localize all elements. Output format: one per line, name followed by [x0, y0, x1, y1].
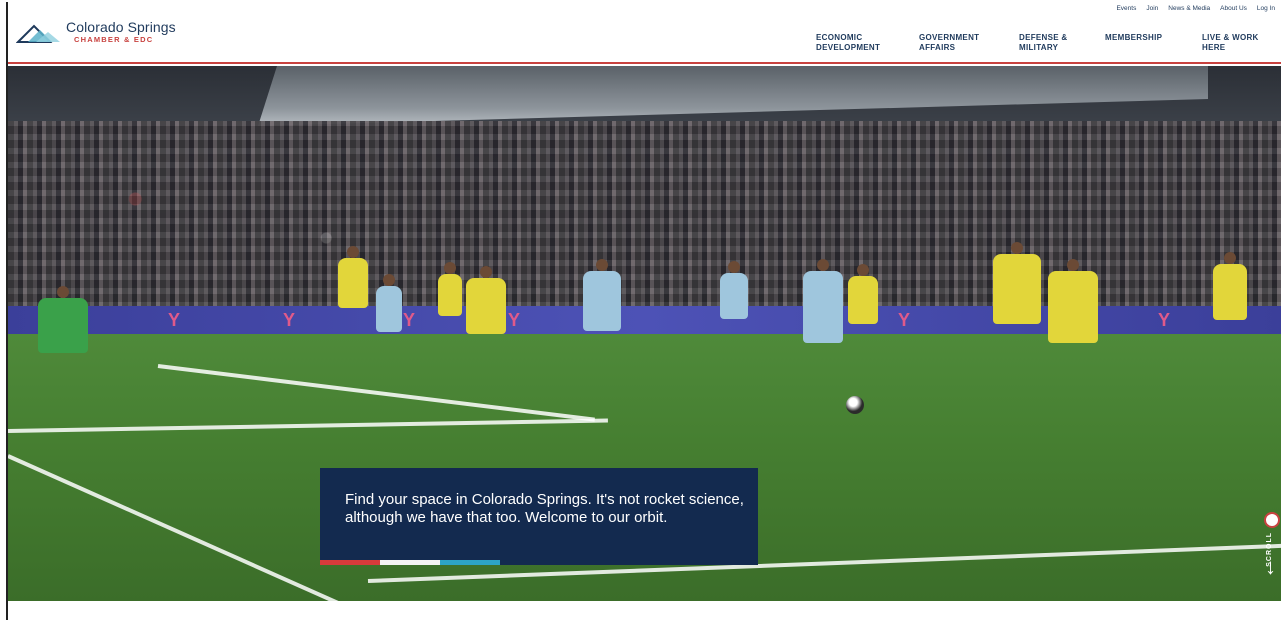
nav-label-line2: MILITARY [1019, 43, 1059, 52]
nav-label-line2: AFFAIRS [919, 43, 956, 52]
utility-link-news-media[interactable]: News & Media [1168, 5, 1210, 12]
nav-live-work-here[interactable]: LIVE & WORK HERE [1202, 33, 1281, 53]
pitch-line [157, 364, 595, 422]
utility-link-log-in[interactable]: Log In [1257, 5, 1275, 12]
nav-label-line1: DEFENSE & [1019, 33, 1068, 42]
nav-membership[interactable]: MEMBERSHIP [1105, 33, 1202, 53]
stadium-roof [258, 66, 1208, 126]
main-nav: ECONOMIC DEVELOPMENT GOVERNMENT AFFAIRS … [816, 33, 1281, 53]
player-figure [993, 242, 1041, 324]
utility-link-about-us[interactable]: About Us [1220, 5, 1247, 12]
player-figure [803, 259, 843, 343]
nav-label-line1: ECONOMIC [816, 33, 863, 42]
player-figure [466, 266, 506, 334]
player-figure [583, 259, 621, 331]
site-logo[interactable]: Colorado Springs CHAMBER & EDC [16, 20, 176, 44]
player-figure [438, 262, 462, 316]
nav-government-affairs[interactable]: GOVERNMENT AFFAIRS [919, 33, 1019, 53]
nav-defense-military[interactable]: DEFENSE & MILITARY [1019, 33, 1105, 53]
brand-subtitle: CHAMBER & EDC [74, 35, 154, 45]
accent-bar-red [320, 560, 380, 565]
scroll-indicator[interactable]: SCROLL ↓ [1264, 512, 1280, 592]
player-figure [338, 246, 368, 308]
goalkeeper-figure [38, 286, 88, 353]
nav-label-line2: HERE [1202, 43, 1226, 52]
player-figure [848, 264, 878, 324]
chat-bubble-icon[interactable] [1264, 512, 1280, 528]
utility-nav: Events Join News & Media About Us Log In [1116, 5, 1275, 12]
accent-bar-teal [440, 560, 500, 565]
soccer-ball [846, 396, 864, 414]
accent-bar-white [380, 560, 440, 565]
player-figure [1213, 252, 1247, 320]
arrow-down-icon: ↓ [1265, 554, 1276, 579]
hero-caption-box: Find your space in Colorado Springs. It'… [320, 468, 758, 565]
nav-label-line1: GOVERNMENT [919, 33, 980, 42]
nav-label-line1: MEMBERSHIP [1105, 33, 1163, 42]
site-header: Colorado Springs CHAMBER & EDC Events Jo… [8, 0, 1281, 64]
player-figure [720, 261, 748, 319]
nav-label-line2: DEVELOPMENT [816, 43, 881, 52]
pitch-line [8, 418, 608, 433]
player-figure [1048, 259, 1098, 343]
utility-link-events[interactable]: Events [1116, 5, 1136, 12]
nav-label-line1: LIVE & WORK [1202, 33, 1259, 42]
brand-title: Colorado Springs [66, 19, 176, 36]
hero-caption-text: Find your space in Colorado Springs. It'… [345, 491, 744, 526]
player-figure [376, 274, 402, 332]
mountain-logo-icon [16, 24, 60, 43]
utility-link-join[interactable]: Join [1146, 5, 1158, 12]
nav-economic-development[interactable]: ECONOMIC DEVELOPMENT [816, 33, 919, 53]
